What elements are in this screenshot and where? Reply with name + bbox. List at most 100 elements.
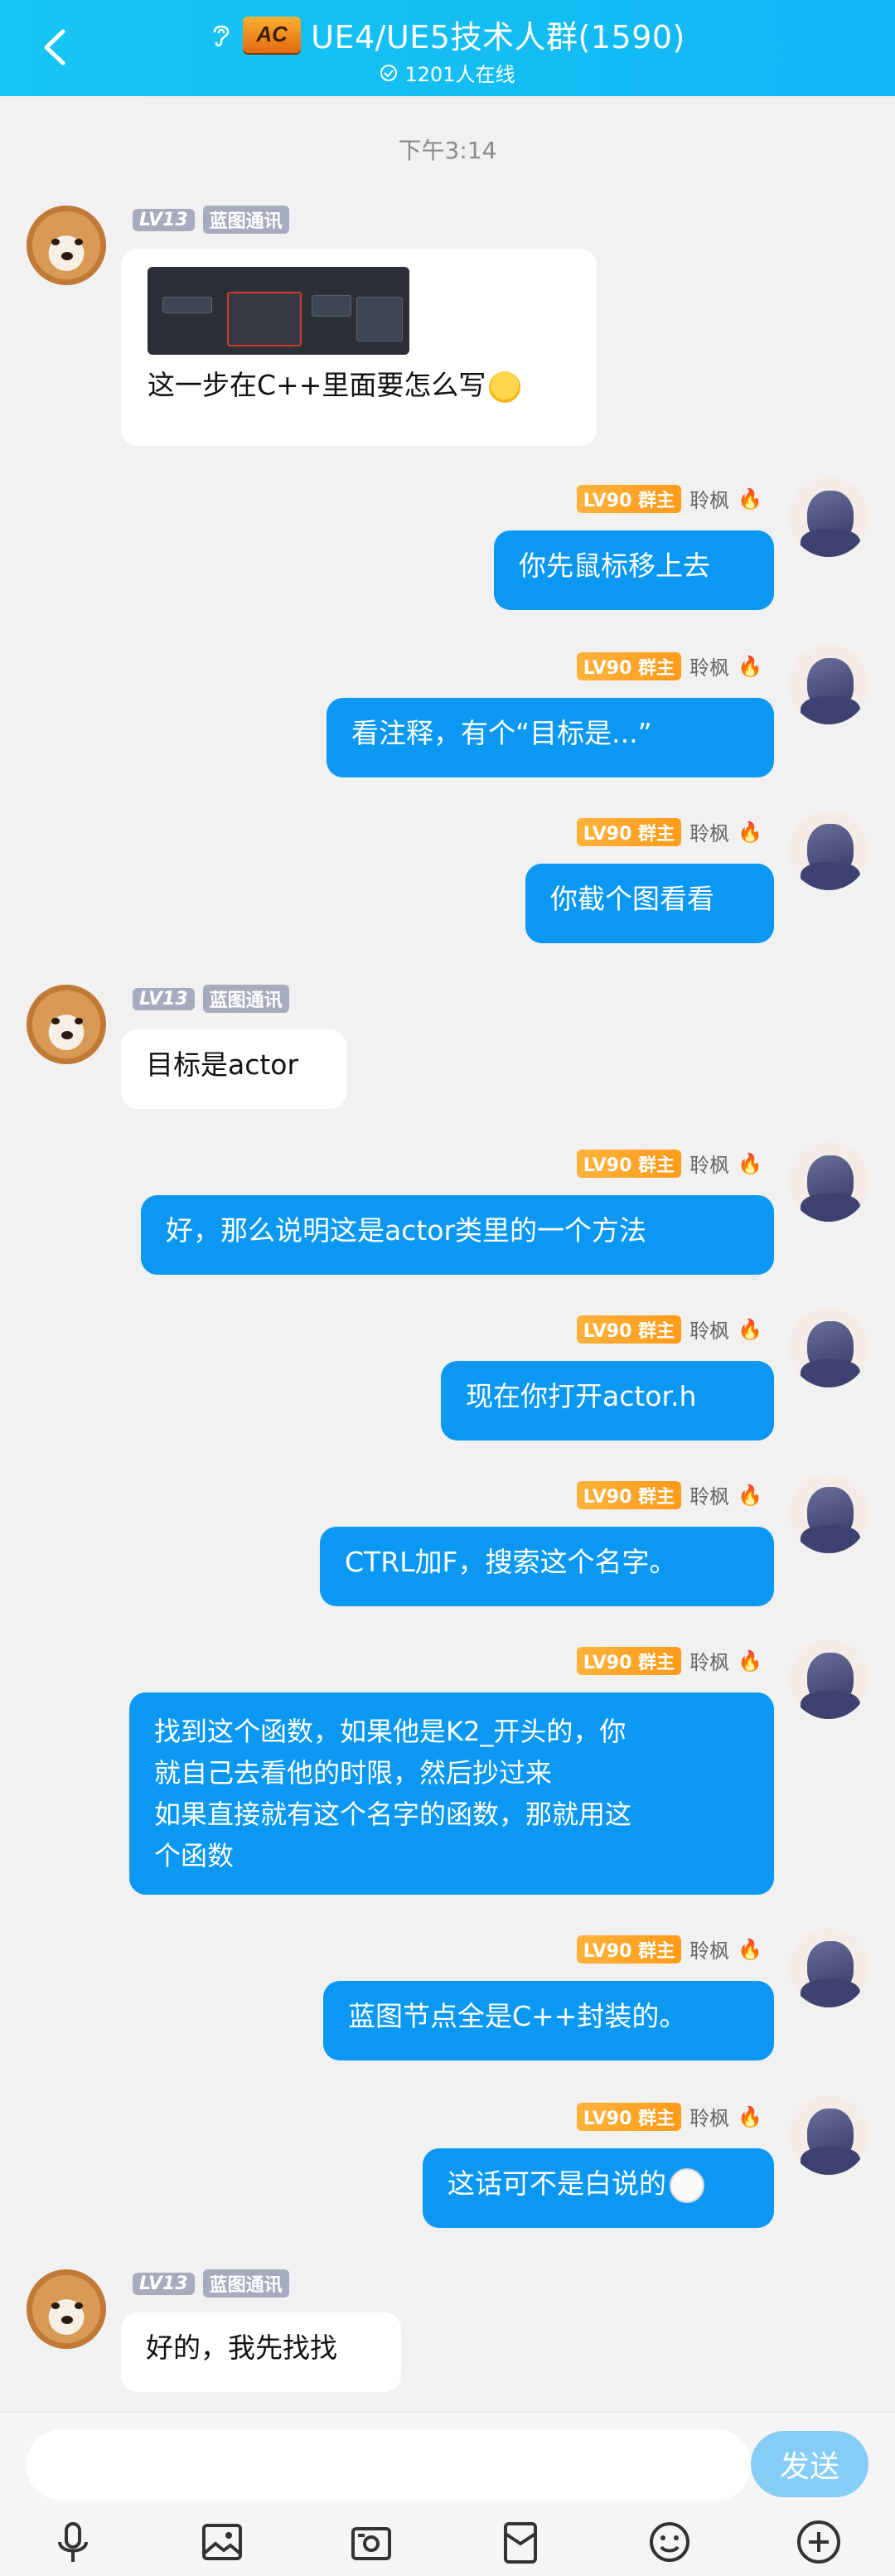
avatar[interactable] — [789, 811, 868, 890]
avatar[interactable] — [27, 985, 106, 1064]
fire-icon: 🔥 — [738, 820, 762, 844]
avatar[interactable] — [789, 477, 868, 557]
fire-icon: 🔥 — [738, 1649, 762, 1673]
message-bubble[interactable]: 这一步在C++里面要怎么写 — [121, 249, 597, 446]
sender-info: LV13 蓝图通讯 — [133, 206, 289, 234]
sender-info: LV90 群主 聆枫 🔥 — [576, 817, 762, 846]
sender-info: LV90 群主 聆枫 🔥 — [576, 1149, 762, 1178]
level-badge: LV90 群主 — [576, 1646, 682, 1675]
level-badge: LV90 群主 — [576, 1149, 682, 1178]
sender-name[interactable]: 蓝图通讯 — [202, 985, 289, 1013]
group-logo: AC — [243, 16, 302, 53]
blueprint-screenshot-image[interactable] — [148, 267, 409, 355]
level-badge: LV90 群主 — [576, 817, 682, 846]
sender-info: LV90 群主 聆枫 🔥 — [576, 651, 762, 680]
avatar[interactable] — [789, 2095, 868, 2175]
message-input[interactable] — [27, 2429, 751, 2501]
fire-icon: 🔥 — [738, 487, 762, 511]
red-packet-icon[interactable] — [496, 2517, 545, 2567]
online-check-icon — [380, 64, 398, 81]
sender-name[interactable]: 蓝图通讯 — [202, 2269, 289, 2298]
avatar[interactable] — [789, 645, 868, 724]
input-area: 发送 — [0, 2412, 895, 2576]
fire-icon: 🔥 — [738, 1483, 762, 1507]
online-count: 1201人在线 — [404, 63, 515, 86]
camera-icon[interactable] — [346, 2517, 396, 2567]
message-bubble[interactable]: 目标是actor — [121, 1029, 346, 1109]
sender-name[interactable]: 聆枫 — [689, 1480, 729, 1509]
group-title: UE4/UE5技术人群(1590) — [311, 19, 685, 56]
message-bubble[interactable]: 你先鼠标移上去 — [494, 530, 774, 610]
sender-info: LV13 蓝图通讯 — [133, 985, 289, 1013]
message-text: 这话可不是白说的 — [448, 2167, 666, 2200]
cat-emoji-icon — [670, 2167, 704, 2203]
sender-name[interactable]: 聆枫 — [689, 1149, 729, 1178]
message-text-line: 找到这个函数，如果他是K2_开头的，你 — [154, 1716, 626, 1747]
sender-name[interactable]: 聆枫 — [689, 651, 729, 680]
level-badge: LV13 — [133, 2272, 195, 2295]
avatar[interactable] — [789, 1639, 868, 1719]
fire-icon: 🔥 — [738, 654, 762, 678]
level-badge: LV13 — [133, 987, 195, 1010]
sender-name[interactable]: 聆枫 — [689, 1934, 729, 1963]
laughing-emoji-icon — [489, 370, 521, 403]
sender-name[interactable]: 聆枫 — [689, 2102, 729, 2131]
fire-icon: 🔥 — [738, 1151, 762, 1175]
sender-info: LV13 蓝图通讯 — [133, 2269, 289, 2298]
fire-icon: 🔥 — [738, 1937, 762, 1961]
message-text-line: 就自己去看他的时限，然后抄过来 — [154, 1757, 553, 1789]
message-text-line: 如果直接就有这个名字的函数，那就用这 — [154, 1799, 632, 1830]
avatar[interactable] — [27, 206, 106, 285]
sender-info: LV90 群主 聆枫 🔥 — [576, 2102, 762, 2131]
message-bubble[interactable]: 找到这个函数，如果他是K2_开头的，你 就自己去看他的时限，然后抄过来 如果直接… — [129, 1692, 774, 1895]
message-bubble[interactable]: 现在你打开actor.h — [441, 1361, 774, 1441]
level-badge: LV90 群主 — [576, 484, 682, 513]
sender-name[interactable]: 聆枫 — [689, 484, 729, 513]
message-bubble[interactable]: CTRL加F，搜索这个名字。 — [320, 1527, 774, 1606]
avatar[interactable] — [27, 2269, 106, 2349]
message-text: CTRL加F，搜索这个名字。 — [345, 1546, 677, 1578]
send-button[interactable]: 发送 — [751, 2431, 868, 2497]
sender-info: LV90 群主 聆枫 🔥 — [576, 1315, 762, 1344]
level-badge: LV90 群主 — [576, 651, 682, 680]
message-bubble[interactable]: 好，那么说明这是actor类里的一个方法 — [141, 1195, 774, 1275]
message-bubble[interactable]: 蓝图节点全是C++封装的。 — [323, 1981, 774, 2060]
title-row[interactable]: AC UE4/UE5技术人群(1590) — [0, 12, 895, 57]
message-text: 现在你打开actor.h — [466, 1380, 697, 1412]
ear-icon — [213, 25, 230, 46]
message-text: 蓝图节点全是C++封装的。 — [348, 2000, 687, 2032]
emoji-icon[interactable] — [645, 2517, 694, 2567]
level-badge: LV90 群主 — [576, 1934, 682, 1963]
message-text: 你截个图看看 — [550, 883, 714, 915]
avatar[interactable] — [789, 1308, 868, 1387]
sender-info: LV90 群主 聆枫 🔥 — [576, 1934, 762, 1963]
level-badge: LV90 群主 — [576, 2102, 682, 2131]
sender-name[interactable]: 聆枫 — [689, 817, 729, 846]
sender-info: LV90 群主 聆枫 🔥 — [576, 484, 762, 513]
toolbar — [0, 2517, 895, 2575]
message-text-line: 个函数 — [154, 1840, 235, 1871]
fire-icon: 🔥 — [738, 1317, 762, 1341]
timestamp: 下午3:14 — [398, 137, 497, 164]
avatar[interactable] — [789, 1474, 868, 1553]
message-bubble[interactable]: 你截个图看看 — [525, 864, 774, 943]
message-text: 这一步在C++里面要怎么写 — [148, 369, 486, 401]
plus-icon[interactable] — [794, 2517, 844, 2567]
online-status: 1201人在线 — [0, 58, 895, 87]
avatar[interactable] — [789, 1928, 868, 2007]
message-text: 目标是actor — [146, 1048, 299, 1081]
microphone-icon[interactable] — [48, 2517, 98, 2567]
message-text: 你先鼠标移上去 — [519, 550, 710, 582]
avatar[interactable] — [789, 1142, 868, 1222]
message-bubble[interactable]: 这话可不是白说的 — [423, 2148, 774, 2228]
sender-info: LV90 群主 聆枫 🔥 — [576, 1646, 762, 1675]
image-icon[interactable] — [197, 2517, 247, 2567]
sender-name[interactable]: 蓝图通讯 — [202, 206, 289, 234]
message-bubble[interactable]: 好的，我先找找 — [121, 2312, 401, 2392]
chat-header: AC UE4/UE5技术人群(1590) 1201人在线 — [0, 0, 895, 96]
message-text: 好的，我先找找 — [146, 2331, 337, 2364]
sender-name[interactable]: 聆枫 — [689, 1646, 729, 1675]
sender-name[interactable]: 聆枫 — [689, 1315, 729, 1344]
message-bubble[interactable]: 看注释，有个“目标是...” — [327, 698, 774, 777]
message-text: 好，那么说明这是actor类里的一个方法 — [166, 1214, 647, 1247]
